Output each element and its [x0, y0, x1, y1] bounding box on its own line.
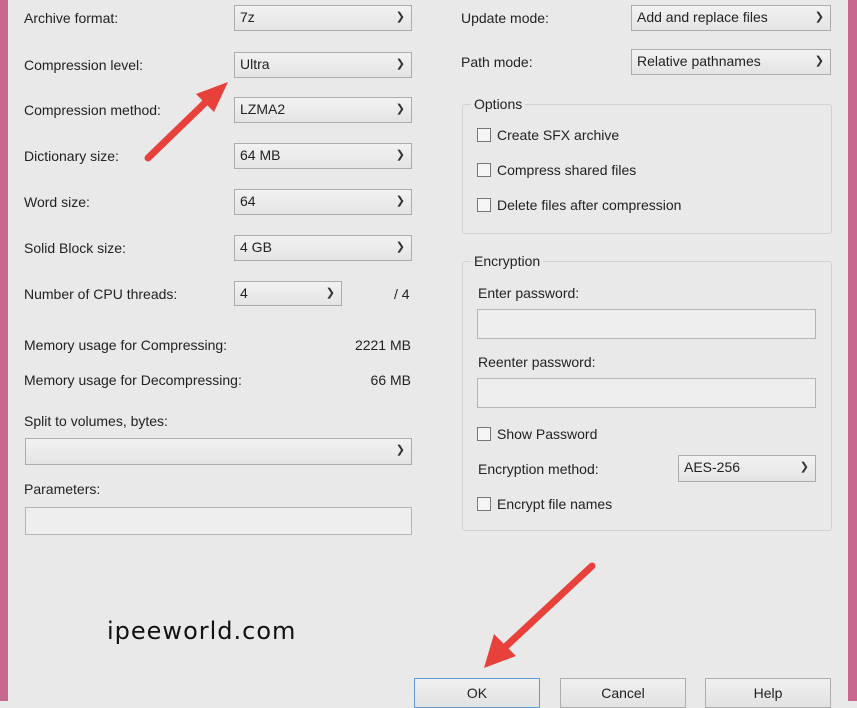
arrow-to-ok-button: [484, 562, 596, 668]
arrow-to-compression-level: [144, 82, 228, 162]
annotation-arrows: [144, 82, 596, 668]
